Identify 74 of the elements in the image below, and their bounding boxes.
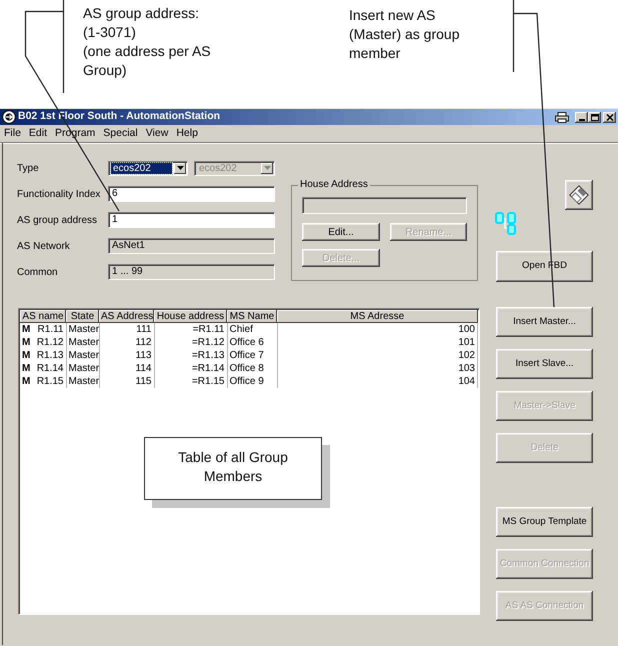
column-header[interactable]: AS Address [99,310,154,323]
table-cell: =R1.15 [154,375,227,388]
table-cell: R1.11 [38,324,64,336]
app-logo-icon [2,110,16,124]
table-cell: R1.13 [36,350,64,362]
dropdown-button[interactable] [174,162,186,174]
table-cell: 104 [277,375,478,388]
table-cell: R1.12 [36,336,64,348]
table-cell: 100 [277,323,478,336]
window-title: B02 1st Floor South - AutomationStation [18,109,220,124]
row-marker: M [22,362,30,374]
table-cell: =R1.14 [154,362,227,375]
menu-item[interactable]: Special [99,126,142,142]
table-cell: 111 [99,323,154,336]
row-marker: M [22,324,30,336]
table-cell: 103 [277,362,478,375]
menu-item[interactable]: Edit [24,126,52,142]
caret-icon [176,166,184,170]
field-label: Common [17,266,59,280]
column-header[interactable]: State [66,310,99,323]
table-cell: =R1.11 [154,323,227,336]
floppy-button[interactable] [565,180,593,210]
caret-icon [264,166,270,170]
table-cell: R1.14 [36,362,64,374]
table-cell: Master [66,323,99,336]
row-marker: M [22,336,30,348]
maximize-button[interactable] [588,112,601,122]
table-cell: Master [66,336,99,349]
annotation-text: AS group address: (1-3071) (one address per AS Group) [83,4,212,80]
callout-box: Table of all Group Members [144,437,322,500]
table-cell: R1.15 [36,376,64,388]
column-header[interactable]: House address [154,310,227,323]
table-cell: =R1.13 [154,349,227,362]
field-label: Functionality Index [17,188,102,202]
close-button[interactable] [603,112,616,122]
row-marker: M [22,376,30,388]
table-cell: Office 7 [227,349,277,362]
field-label: AS group address [17,214,98,228]
menu-item[interactable]: View [142,126,172,142]
column-header[interactable]: MS Adresse [277,310,478,323]
close-icon [606,114,614,120]
group-title: House Address [299,179,369,191]
maximize-icon [590,114,598,120]
table-cell: Office 8 [227,362,277,375]
text-field[interactable]: 1 [108,212,275,228]
table-cell: Office 6 [227,336,277,349]
minimize-button[interactable] [575,112,588,122]
menu-item[interactable]: File [0,126,25,142]
field-label: AS Network [17,240,71,254]
ms-group-template-button[interactable]: MS Group Template [496,507,593,537]
menu-item[interactable]: Help [172,126,202,142]
table-cell: Office 9 [227,375,277,388]
table-cell: =R1.12 [154,336,227,349]
insert-slave-button[interactable]: Insert Slave... [496,349,593,379]
table-cell: 112 [99,336,154,349]
column-header[interactable]: AS name [20,310,66,323]
row-marker: M [22,350,30,362]
table-cell: 113 [99,349,154,362]
column-header[interactable]: MS Name [227,310,277,323]
table-cell: 101 [277,336,478,349]
table-cell: 102 [277,349,478,362]
annotation-text: Insert new AS (Master) as group member [349,6,460,63]
field-label: Type [17,162,40,176]
edit-button[interactable]: Edit... [302,223,380,241]
table-cell: Master [66,375,99,388]
table-cell: 114 [99,362,154,375]
table-cell: 115 [99,375,154,388]
printer-icon[interactable] [555,112,569,122]
table-cell: Master [66,349,99,362]
table-cell: Master [66,362,99,375]
dropdown-field[interactable]: ecos202 [108,160,188,176]
insert-master-button[interactable]: Insert Master... [496,307,593,337]
table-cell: Chief [227,323,277,336]
text-field[interactable]: 6 [108,186,275,202]
